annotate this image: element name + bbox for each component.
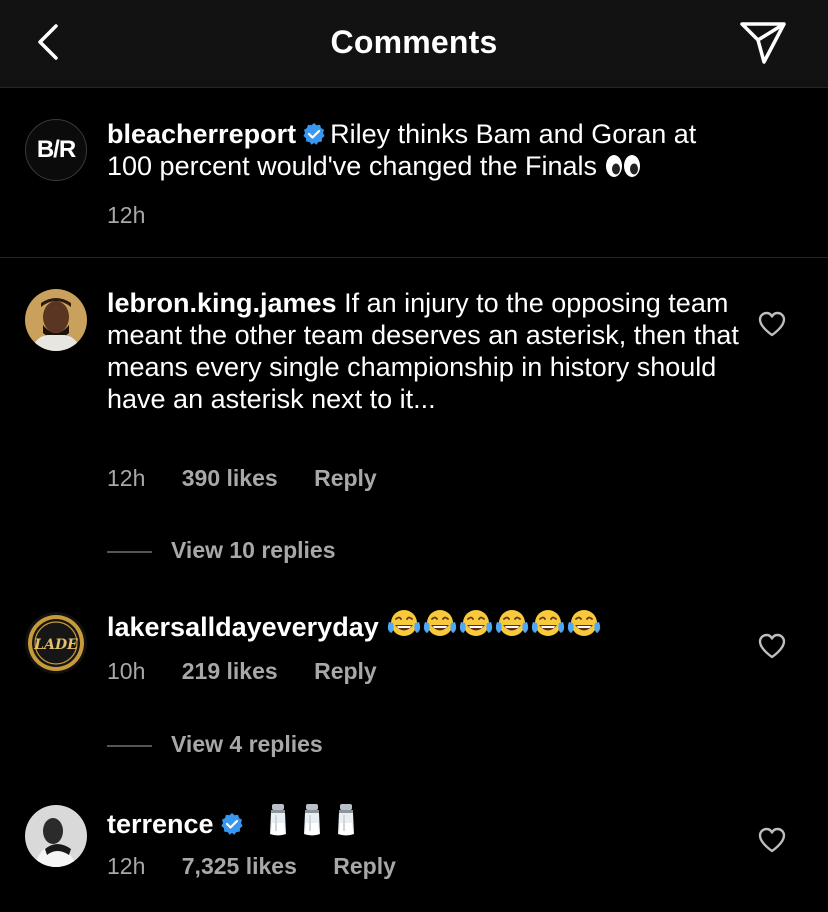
view-replies-label: View 4 replies [171,731,323,757]
tears-of-joy-emoji-icon [424,610,457,636]
verified-badge-icon [303,123,325,145]
tears-of-joy-emoji-icon [568,610,601,636]
tears-of-joy-emoji-icon [532,610,565,636]
comment-meta: 10h 219 likes Reply [107,658,407,685]
comment-likes[interactable]: 390 likes [182,465,278,491]
comment-meta: 12h 390 likes Reply [107,465,407,492]
comment-time: 10h [107,658,146,684]
view-replies-label: View 10 replies [171,537,336,563]
page-title: Comments [330,24,498,60]
tears-of-joy-emoji-icon [388,610,421,636]
caption-time: 12h [107,202,146,228]
view-replies-button[interactable]: View 4 replies [107,731,323,758]
tears-of-joy-emoji-icon [460,610,493,636]
avatar[interactable] [25,805,87,867]
salt-emoji-row [255,804,357,839]
avatar[interactable]: B/R [25,119,87,181]
comment-username[interactable]: terrence [107,809,214,839]
comment-text-block: lakersalldayeveryday [107,608,747,643]
verified-badge-icon [220,813,243,835]
post-caption: B/R bleacherreport Riley thinks Bam and … [0,88,828,258]
avatar-logo-text: B/R [36,136,76,163]
heart-icon[interactable] [758,311,786,337]
avatar[interactable] [25,289,87,351]
caption-username[interactable]: bleacherreport [107,119,296,149]
eyes-emoji-icon [605,155,640,177]
avatar-photo [25,289,87,351]
divider-line [107,550,152,553]
comment-likes[interactable]: 7,325 likes [182,853,297,879]
comment-username[interactable]: lebron.king.james [107,288,337,318]
avatar[interactable]: LADE [25,612,87,674]
heart-icon[interactable] [758,827,786,853]
header-bar: Comments [0,0,828,88]
comment-username[interactable]: lakersalldayeveryday [107,612,379,642]
view-replies-button[interactable]: View 10 replies [107,537,336,564]
comment-time: 12h [107,853,146,879]
heart-icon[interactable] [758,633,786,659]
caption-text-block: bleacherreport Riley thinks Bam and Gora… [107,118,747,182]
reply-button[interactable]: Reply [314,465,377,491]
comment-meta: 12h 7,325 likes Reply [107,853,426,880]
paper-plane-icon[interactable] [738,18,788,66]
salt-shaker-emoji-icon [304,804,321,836]
salt-shaker-emoji-icon [338,804,355,836]
comment-likes[interactable]: 219 likes [182,658,278,684]
salt-shaker-emoji-icon [270,804,287,836]
avatar-logo-text: LADE [33,637,78,653]
reply-button[interactable]: Reply [314,658,377,684]
comment-text-block: terrence [107,803,747,840]
tears-of-joy-emoji-icon [496,610,529,636]
reply-button[interactable]: Reply [333,853,396,879]
caption-meta: 12h [107,202,175,229]
laughing-emoji-row [386,610,602,642]
comment-time: 12h [107,465,146,491]
avatar-photo [25,805,87,867]
comment-text-block: lebron.king.james If an injury to the op… [107,287,747,415]
avatar-logo: LADE [25,612,87,674]
divider-line [107,744,152,747]
